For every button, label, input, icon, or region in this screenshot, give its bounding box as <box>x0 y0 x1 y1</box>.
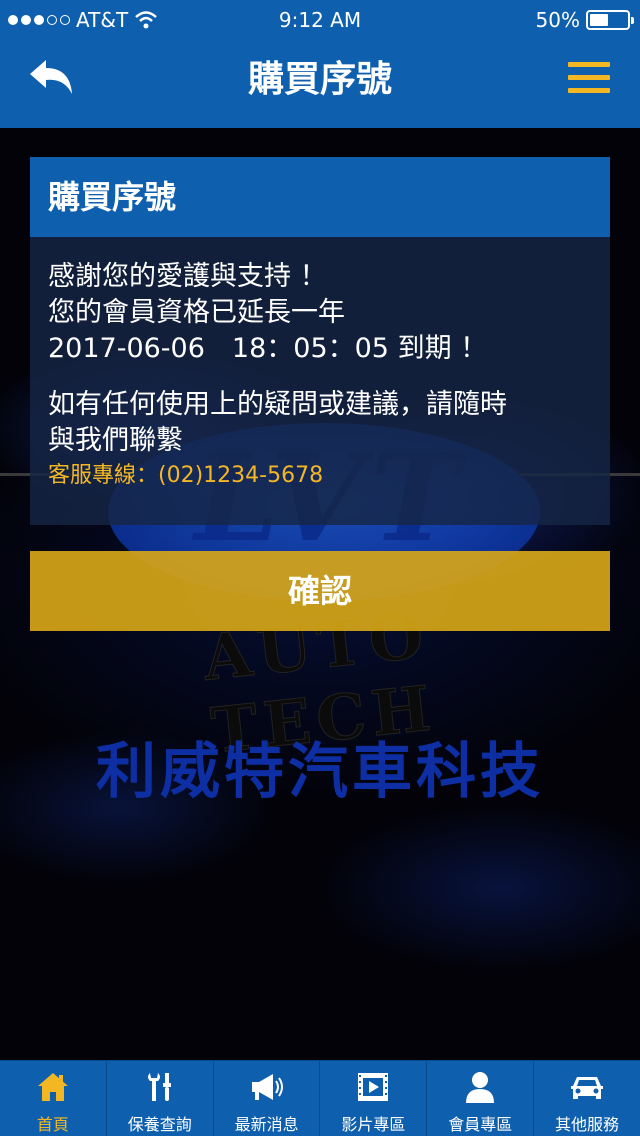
tab-label: 影片專區 <box>341 1115 406 1134</box>
tab-label: 保養查詢 <box>127 1115 192 1134</box>
membership-extended-message: 您的會員資格已延長一年 <box>48 297 345 328</box>
page-title: 購買序號 <box>247 59 392 100</box>
status-bar: AT&T 9:12 AM 50% <box>0 0 640 40</box>
confirm-button[interactable]: 確認 <box>30 551 610 631</box>
back-button[interactable] <box>26 58 78 102</box>
contact-message-line2: 與我們聯繫 <box>48 425 183 456</box>
tab-other-services[interactable]: 其他服務 <box>534 1061 640 1136</box>
expiry-date: 2017-06-06 18：05：05 到期 ！ <box>48 333 488 364</box>
car-icon <box>571 1077 604 1099</box>
battery-percent: 50% <box>535 8 580 32</box>
bottom-tab-bar: 首頁 保養查詢 最新消息 影片專區 會員專區 其他服務 <box>0 1060 640 1136</box>
user-icon <box>466 1072 495 1103</box>
company-name: 利威特汽車科技 <box>96 737 544 807</box>
tab-label: 最新消息 <box>234 1115 299 1134</box>
tab-maintenance[interactable]: 保養查詢 <box>107 1061 214 1136</box>
tab-label: 會員專區 <box>448 1115 513 1134</box>
tab-news[interactable]: 最新消息 <box>214 1061 321 1136</box>
tab-member[interactable]: 會員專區 <box>427 1061 535 1136</box>
home-icon <box>37 1073 68 1101</box>
tab-home[interactable]: 首頁 <box>0 1061 107 1136</box>
back-arrow-icon <box>30 60 72 94</box>
service-hotline[interactable]: 客服專線：(02)1234-5678 <box>48 461 592 491</box>
menu-button[interactable] <box>568 62 610 96</box>
contact-message-line1: 如有任何使用上的疑問或建議，請隨時 <box>48 389 507 420</box>
tab-videos[interactable]: 影片專區 <box>320 1061 428 1136</box>
tools-icon <box>147 1073 171 1101</box>
battery-icon <box>586 10 634 30</box>
navigation-bar: 購買序號 <box>0 40 640 128</box>
megaphone-icon <box>251 1074 283 1100</box>
thanks-message: 感謝您的愛護與支持 ！ <box>48 261 327 292</box>
dialog-body: 感謝您的愛護與支持 ！ 您的會員資格已延長一年 2017-06-06 18：05… <box>30 237 610 525</box>
battery-info: 50% <box>535 8 634 32</box>
tab-label: 首頁 <box>36 1115 69 1134</box>
video-icon <box>358 1073 389 1101</box>
dialog-title: 購買序號 <box>30 157 610 237</box>
purchase-serial-dialog: 購買序號 感謝您的愛護與支持 ！ 您的會員資格已延長一年 2017-06-06 … <box>30 157 610 631</box>
tab-label: 其他服務 <box>555 1115 620 1134</box>
